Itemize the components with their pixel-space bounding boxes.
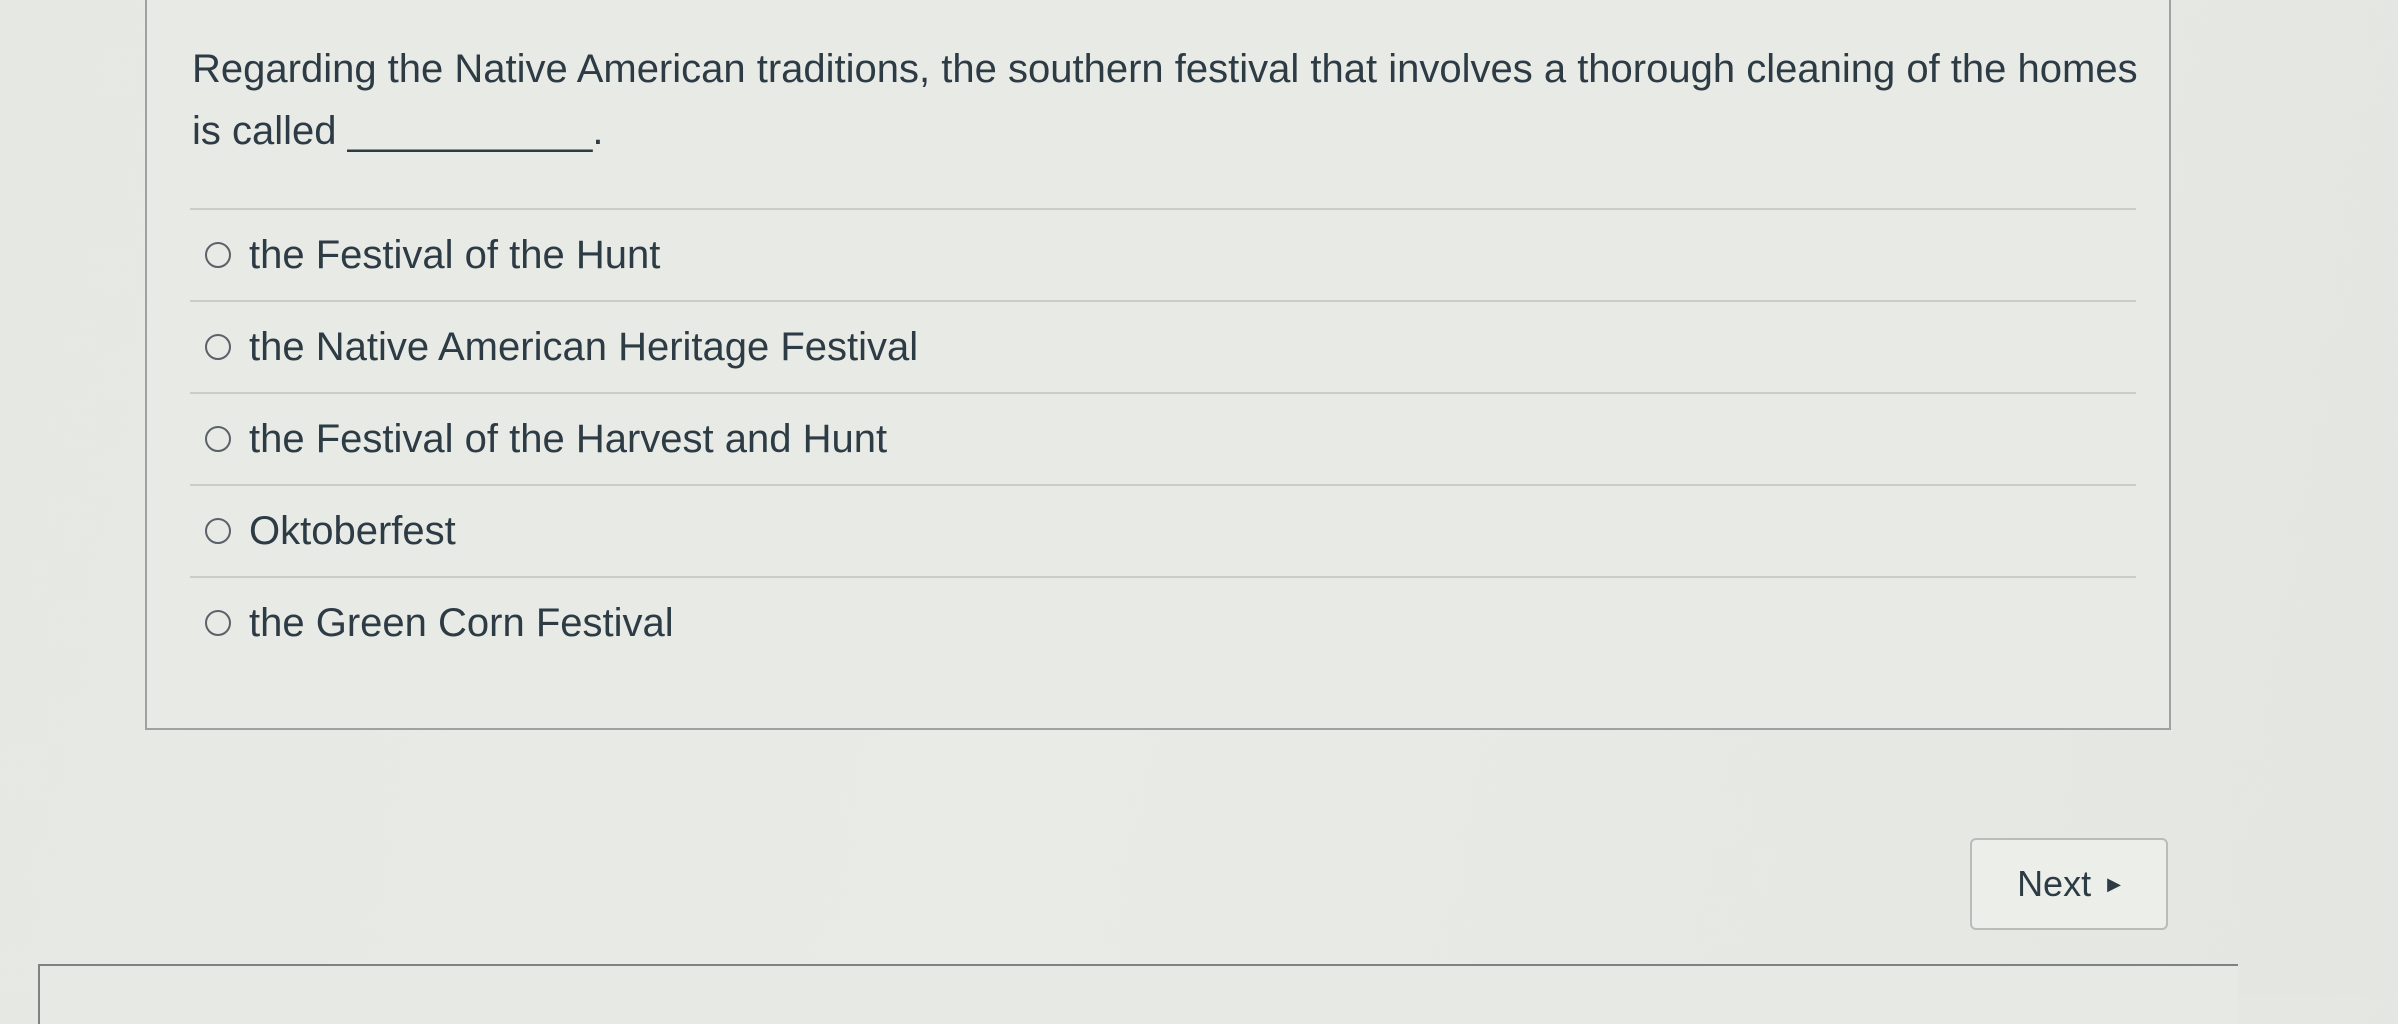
answer-option[interactable]: Oktoberfest [190, 484, 2136, 576]
radio-button[interactable] [205, 426, 231, 452]
next-label: Next [2017, 863, 2092, 904]
answer-label[interactable]: Oktoberfest [249, 509, 456, 554]
answer-label[interactable]: the Green Corn Festival [249, 601, 674, 646]
radio-button[interactable] [205, 242, 231, 268]
radio-button[interactable] [205, 334, 231, 360]
caret-right-icon: ▶ [2107, 873, 2121, 894]
radio-button[interactable] [205, 610, 231, 636]
bottom-panel [38, 964, 2238, 1024]
answer-list: the Festival of the Hunt the Native Amer… [190, 208, 2136, 668]
answer-label[interactable]: the Festival of the Harvest and Hunt [249, 417, 887, 462]
answer-option[interactable]: the Festival of the Harvest and Hunt [190, 392, 2136, 484]
answer-option[interactable]: the Green Corn Festival [190, 576, 2136, 668]
radio-button[interactable] [205, 518, 231, 544]
answer-label[interactable]: the Native American Heritage Festival [249, 325, 918, 370]
answer-option[interactable]: the Festival of the Hunt [190, 208, 2136, 300]
answer-option[interactable]: the Native American Heritage Festival [190, 300, 2136, 392]
next-button[interactable]: Next ▶ [1970, 838, 2168, 930]
question-text: Regarding the Native American traditions… [192, 47, 2138, 153]
answer-label[interactable]: the Festival of the Hunt [249, 233, 660, 278]
